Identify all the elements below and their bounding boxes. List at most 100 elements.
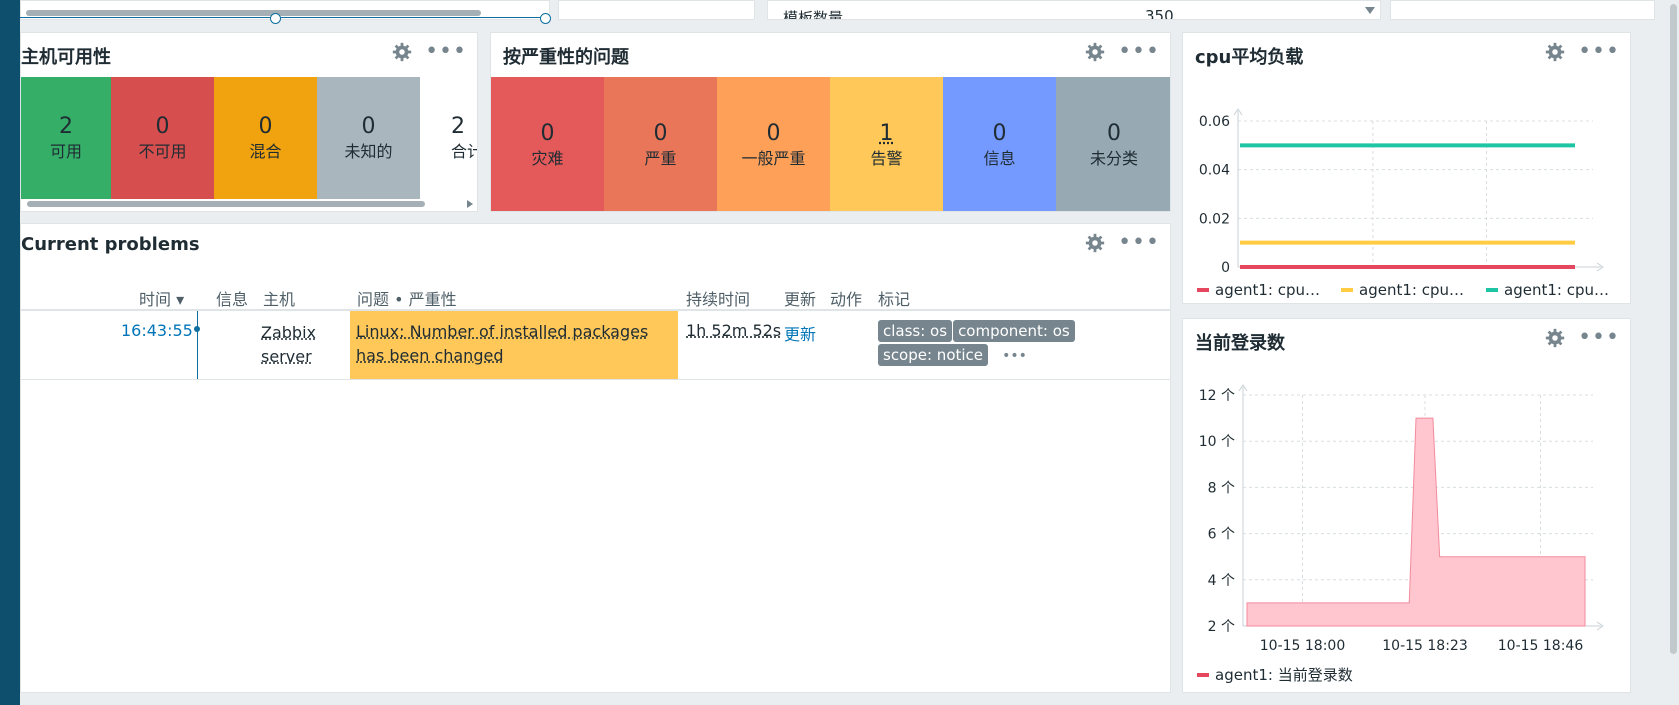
legend-swatch bbox=[1197, 672, 1209, 677]
count: 2 bbox=[451, 114, 465, 139]
severity-disaster[interactable]: 0 灾难 bbox=[491, 77, 604, 211]
severity-not-classified[interactable]: 0 未分类 bbox=[1056, 77, 1170, 211]
severity-high[interactable]: 0 严重 bbox=[604, 77, 717, 211]
template-count-label: 模板数量 bbox=[783, 9, 844, 20]
count: 0 bbox=[992, 121, 1007, 146]
top-widget-template-stats: 模板数量 350 bbox=[767, 0, 1381, 20]
y-tick-label: 6 个 bbox=[1208, 527, 1235, 543]
col-header-actions: 动作 bbox=[830, 290, 863, 309]
resize-handle-corner[interactable] bbox=[540, 13, 551, 24]
widget-title: cpu平均负载 bbox=[1195, 47, 1304, 68]
availability-available[interactable]: 2 可用 bbox=[21, 77, 111, 199]
y-tick-label: 2 个 bbox=[1208, 619, 1235, 635]
more-options-icon[interactable]: ••• bbox=[1118, 41, 1160, 63]
col-header-duration: 持续时间 bbox=[686, 290, 751, 309]
resize-handle[interactable] bbox=[270, 13, 281, 24]
timeline-dot bbox=[194, 326, 200, 332]
host-availability-widget: 主机可用性 ••• 2 可用 0 不可用 0 混合 0 未知的 2 合计 bbox=[20, 32, 478, 212]
cpu-load-chart: 00.020.040.0610-15 18:1010-15 18:33 bbox=[1199, 108, 1604, 273]
current-problems-widget: Current problems ••• 时间 ▾ 信息 主机 问题 • 严重性… bbox=[20, 223, 1171, 693]
label: 不可用 bbox=[138, 142, 187, 161]
top-widget-4 bbox=[1390, 0, 1655, 20]
problem-time-link[interactable]: 16:43:55 bbox=[121, 321, 193, 340]
legend-swatch bbox=[1486, 288, 1498, 292]
legend-item: agent1: cpu… bbox=[1341, 281, 1464, 299]
page-scrollbar-track[interactable] bbox=[1668, 0, 1679, 705]
label: 严重 bbox=[644, 149, 677, 168]
legend-item: agent1: 当前登录数 bbox=[1197, 664, 1353, 685]
severity-warning[interactable]: 1 告警 bbox=[830, 77, 943, 211]
left-nav-strip bbox=[0, 0, 20, 705]
severity-average[interactable]: 0 一般严重 bbox=[717, 77, 830, 211]
more-options-icon[interactable]: ••• bbox=[425, 41, 467, 63]
top-scrollbar[interactable] bbox=[26, 10, 481, 16]
severity-information[interactable]: 0 信息 bbox=[943, 77, 1056, 211]
col-header-host: 主机 bbox=[263, 290, 296, 309]
more-tags-icon[interactable]: ••• bbox=[1002, 348, 1027, 364]
count: 0 bbox=[540, 121, 555, 146]
col-header-problem: 问题 • 严重性 bbox=[357, 290, 457, 309]
count: 0 bbox=[155, 114, 170, 139]
x-tick-label: 10-15 18:46 bbox=[1498, 638, 1584, 654]
count: 2 bbox=[59, 114, 73, 139]
more-options-icon[interactable]: ••• bbox=[1578, 41, 1620, 63]
host-link[interactable]: Zabbix server bbox=[261, 321, 316, 369]
count: 0 bbox=[653, 121, 668, 146]
label: 合计 bbox=[451, 142, 477, 161]
availability-unknown[interactable]: 0 未知的 bbox=[317, 77, 420, 199]
more-options-icon[interactable]: ••• bbox=[1118, 232, 1160, 254]
count: 0 bbox=[1107, 121, 1121, 146]
label: 灾难 bbox=[531, 149, 564, 168]
y-tick-label: 0.06 bbox=[1199, 114, 1230, 130]
y-tick-label: 8 个 bbox=[1208, 480, 1235, 496]
y-tick-label: 4 个 bbox=[1208, 573, 1235, 589]
count: 0 bbox=[258, 114, 273, 139]
label: 信息 bbox=[983, 149, 1016, 168]
gear-icon[interactable] bbox=[1084, 41, 1106, 63]
legend-item: agent1: cpu… bbox=[1197, 281, 1320, 299]
gear-icon[interactable] bbox=[1544, 41, 1566, 63]
tags-list: class: os component: os scope: notice ••• bbox=[878, 320, 1088, 368]
availability-unavailable[interactable]: 0 不可用 bbox=[111, 77, 214, 199]
legend-item: agent1: cpu… bbox=[1486, 281, 1609, 299]
legend-label: agent1: cpu… bbox=[1359, 281, 1464, 299]
problems-by-severity-widget: 按严重性的问题 ••• 0 灾难 0 严重 0 一般严重 1 告警 0 信息 0… bbox=[490, 32, 1171, 212]
dropdown-arrow-icon[interactable] bbox=[1365, 7, 1375, 15]
col-header-time[interactable]: 时间 ▾ bbox=[139, 286, 184, 310]
top-widget-2 bbox=[558, 0, 755, 20]
widget-title: 按严重性的问题 bbox=[503, 47, 629, 68]
current-logins-chart: 2 个 4 个 6 个 8 个 10 个 12 个 10-15 18:00 10-15 18:… bbox=[1199, 384, 1604, 654]
availability-mixed[interactable]: 0 混合 bbox=[214, 77, 317, 199]
gear-icon[interactable] bbox=[391, 41, 413, 63]
y-tick-label: 10 个 bbox=[1199, 434, 1235, 450]
widget-title: 当前登录数 bbox=[1195, 333, 1285, 354]
availability-total[interactable]: 2 合计 bbox=[451, 77, 477, 199]
tag-scope[interactable]: scope: notice bbox=[878, 344, 989, 366]
col-header-update: 更新 bbox=[784, 290, 817, 309]
col-header-tags: 标记 bbox=[878, 290, 911, 309]
host-name-line1: Zabbix bbox=[261, 323, 316, 342]
horizontal-scrollbar[interactable] bbox=[27, 201, 425, 207]
problem-cell[interactable]: Linux: Number of installed packages has … bbox=[350, 311, 678, 379]
page-scrollbar-thumb[interactable] bbox=[1670, 4, 1677, 654]
legend-swatch bbox=[1341, 288, 1353, 292]
problem-name[interactable]: Linux: Number of installed packages has … bbox=[356, 322, 648, 365]
tag-component[interactable]: component: os bbox=[953, 320, 1075, 342]
label: 一般严重 bbox=[741, 149, 806, 168]
duration-value[interactable]: 1h 52m 52s bbox=[686, 321, 781, 340]
tag-class[interactable]: class: os bbox=[878, 320, 953, 342]
series-area-0 bbox=[1246, 417, 1586, 627]
scroll-right-arrow-icon[interactable] bbox=[466, 199, 474, 209]
gear-icon[interactable] bbox=[1544, 327, 1566, 349]
y-tick-label: 0 bbox=[1221, 260, 1230, 273]
count[interactable]: 1 bbox=[880, 120, 894, 148]
legend-label: agent1: 当前登录数 bbox=[1215, 666, 1353, 684]
y-tick-label: 0.02 bbox=[1199, 211, 1230, 227]
gear-icon[interactable] bbox=[1084, 232, 1106, 254]
more-options-icon[interactable]: ••• bbox=[1578, 327, 1620, 349]
update-link[interactable]: 更新 bbox=[784, 321, 816, 345]
label: 混合 bbox=[249, 142, 282, 161]
x-tick-label: 10-15 18:00 bbox=[1260, 638, 1345, 654]
template-count-value: 350 bbox=[1145, 7, 1174, 20]
y-tick-label: 12 个 bbox=[1199, 388, 1235, 404]
